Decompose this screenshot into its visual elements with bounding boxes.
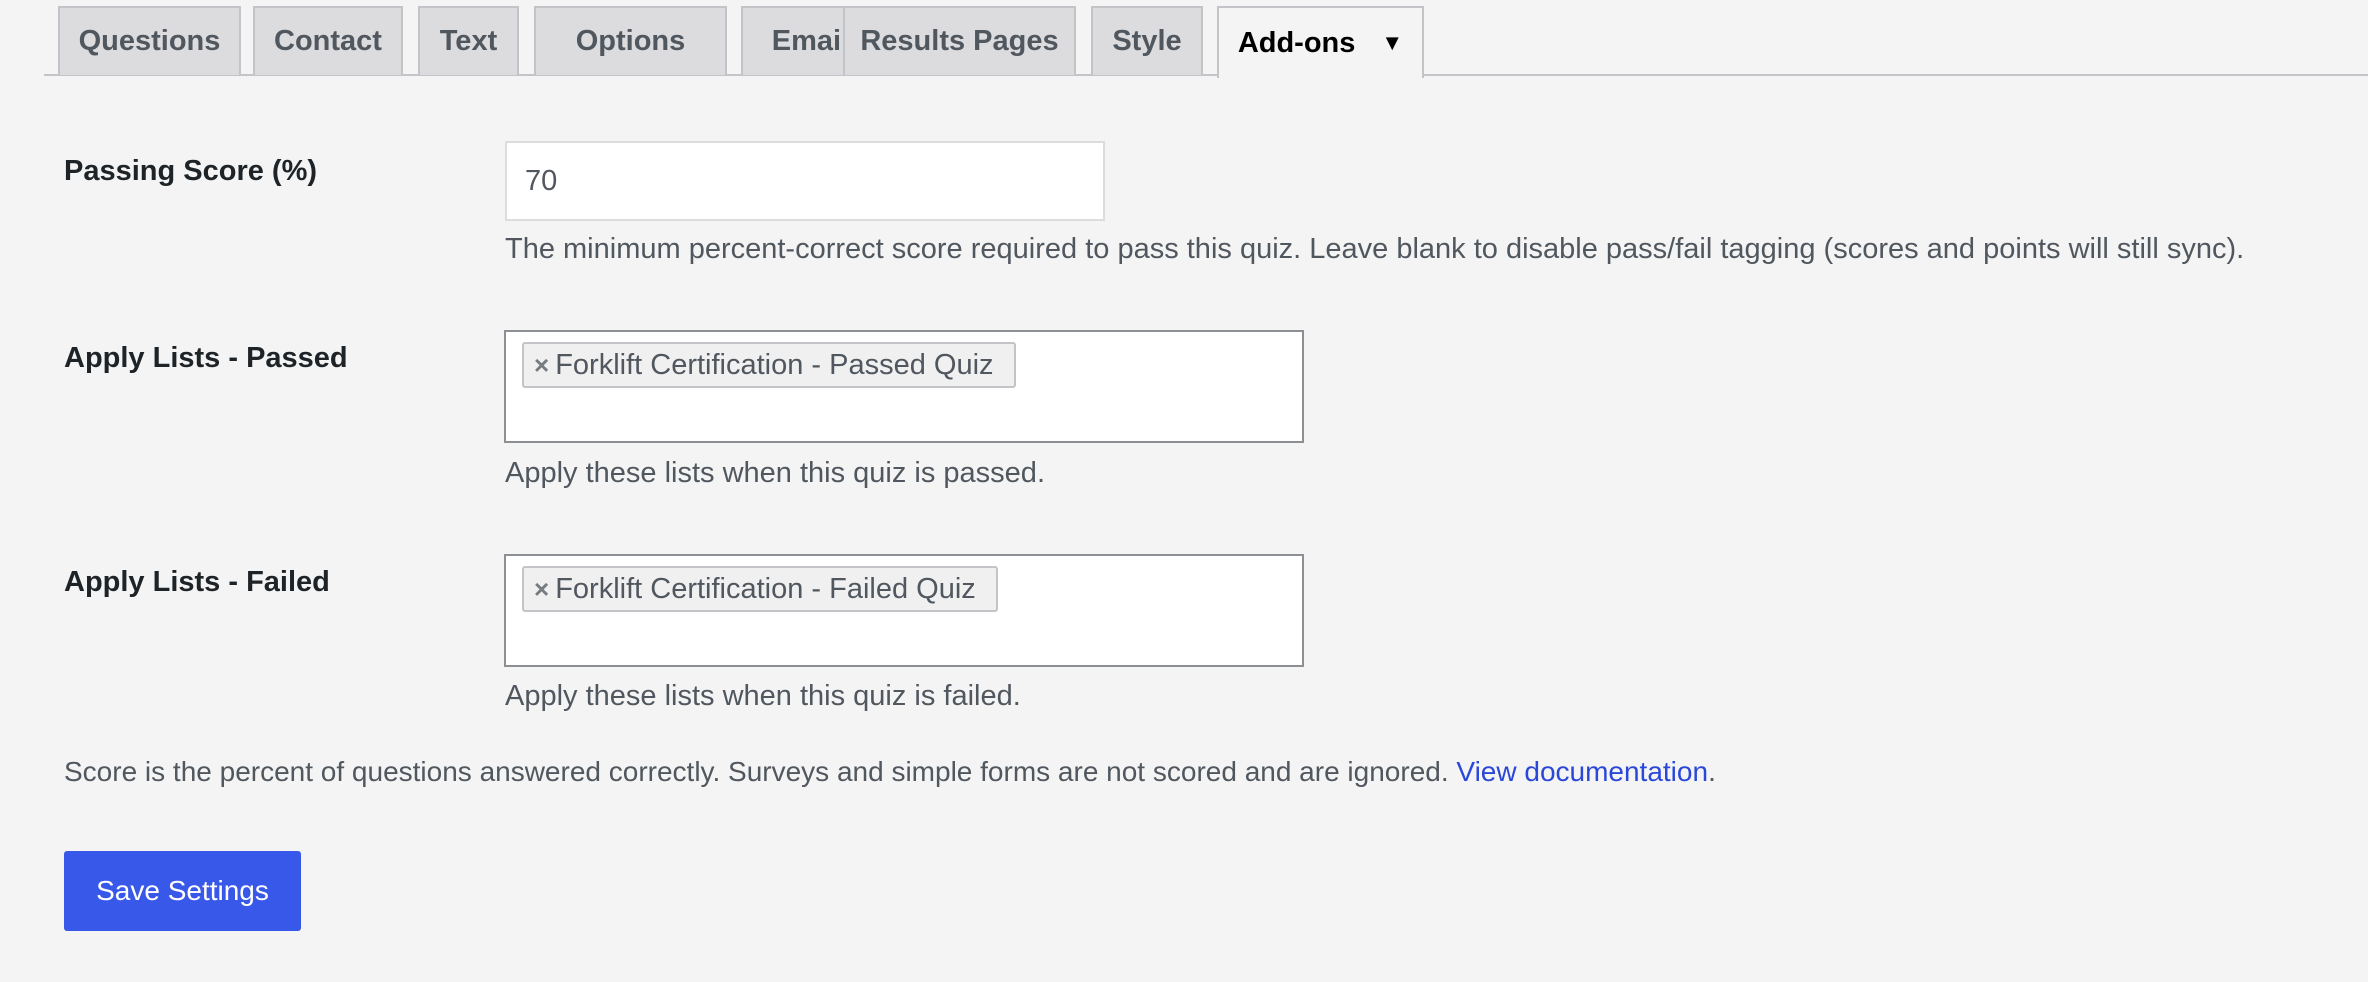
tab-options[interactable]: Options (534, 6, 727, 75)
chip-label: Forklift Certification - Passed Quiz (555, 348, 994, 381)
tab-label: Style (1112, 25, 1182, 57)
tab-label: Options (575, 25, 686, 57)
tab-questions[interactable]: Questions (58, 6, 241, 75)
tab-label: Questions (78, 25, 221, 57)
apply-passed-label: Apply Lists - Passed (64, 342, 348, 374)
apply-passed-description: Apply these lists when this quiz is pass… (505, 457, 1045, 489)
save-settings-button[interactable]: Save Settings (64, 851, 301, 931)
passing-score-input[interactable] (505, 141, 1105, 221)
tab-label: Results Pages (860, 25, 1059, 57)
apply-failed-select[interactable]: × Forklift Certification - Failed Quiz (504, 554, 1304, 667)
caret-down-icon: ▼ (1381, 30, 1404, 55)
selected-list-chip: × Forklift Certification - Passed Quiz (522, 342, 1016, 388)
scoring-note-period: . (1708, 756, 1716, 787)
tab-label: Add-ons (1237, 26, 1356, 59)
passing-score-label: Passing Score (%) (64, 155, 318, 187)
apply-passed-select[interactable]: × Forklift Certification - Passed Quiz (504, 330, 1304, 443)
apply-failed-label: Apply Lists - Failed (64, 566, 330, 598)
tab-label: Contact (274, 25, 382, 57)
tab-results-pages[interactable]: Results Pages (843, 6, 1076, 75)
tab-label: Text (439, 25, 498, 57)
tab-text[interactable]: Text (418, 6, 519, 75)
tab-bar: Questions Contact Text Options Emails Re… (44, 0, 2368, 78)
remove-icon[interactable]: × (534, 574, 549, 605)
selected-list-chip: × Forklift Certification - Failed Quiz (522, 566, 998, 612)
apply-failed-description: Apply these lists when this quiz is fail… (505, 680, 1021, 712)
scoring-note-text: Score is the percent of questions answer… (64, 756, 1457, 787)
tab-style[interactable]: Style (1091, 6, 1203, 75)
tab-add-ons[interactable]: Add-ons ▼ (1217, 6, 1424, 78)
tab-contact[interactable]: Contact (253, 6, 403, 75)
chip-label: Forklift Certification - Failed Quiz (555, 572, 976, 605)
scoring-note: Score is the percent of questions answer… (64, 756, 1716, 788)
passing-score-description: The minimum percent-correct score requir… (505, 233, 2245, 265)
remove-icon[interactable]: × (534, 350, 549, 381)
view-documentation-link[interactable]: View documentation (1456, 756, 1708, 787)
